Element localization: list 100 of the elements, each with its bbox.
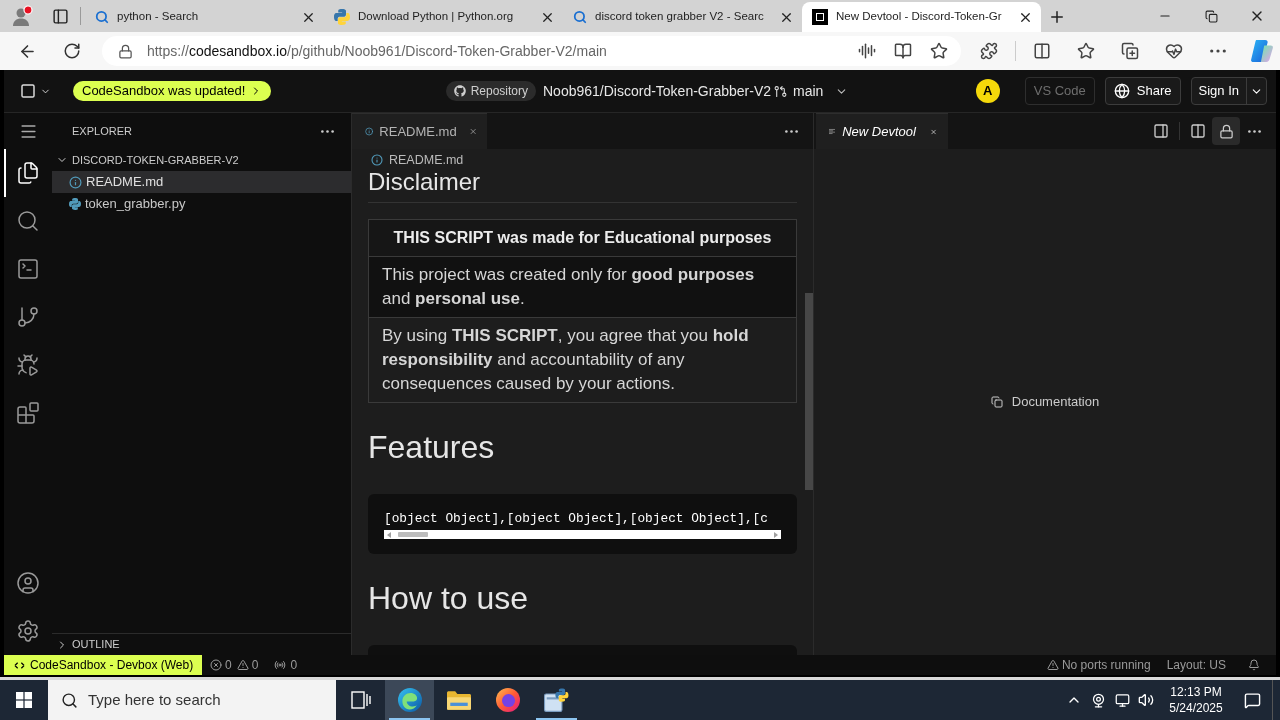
address-bar[interactable]: https://codesandbox.io/p/github/Noob961/Discord-Token-Grabber-V2/main <box>101 36 961 66</box>
book-icon <box>894 42 912 60</box>
task-view-icon <box>350 691 371 709</box>
user-avatar[interactable]: A <box>975 79 1000 103</box>
files-icon <box>16 161 40 185</box>
ports-button[interactable]: 0 <box>274 656 298 674</box>
clock-button[interactable]: 12:13 PM 5/24/2025 <box>1164 680 1228 720</box>
port-status-button[interactable]: No ports running <box>1046 656 1151 674</box>
edge-browser-icon <box>397 688 422 712</box>
settings-icon <box>16 619 40 643</box>
python-logo-icon <box>69 198 81 210</box>
file-row[interactable]: README.md <box>52 171 351 193</box>
remote-button[interactable]: CodeSandbox - Devbox (Web) <box>4 655 202 675</box>
search-icon <box>61 691 78 709</box>
notification-icon <box>1243 691 1261 709</box>
more-icon[interactable] <box>321 129 334 133</box>
copy-icon <box>990 396 1003 408</box>
tab-title: Download Python | Python.org <box>358 9 515 25</box>
star-icon <box>1077 42 1095 60</box>
lock-icon <box>117 43 133 59</box>
vertical-tabs-icon <box>51 7 69 25</box>
horizontal-scrollbar[interactable] <box>384 530 781 539</box>
table-cell: This project was created only for good purposes and personal use. <box>369 257 796 318</box>
sound-wave-icon <box>858 42 876 60</box>
keyboard-layout-button[interactable]: Layout: US <box>1166 656 1226 674</box>
more-icon <box>1210 49 1226 53</box>
editor-tab[interactable]: README.md <box>352 113 487 149</box>
square-logo-icon <box>812 9 828 25</box>
error-icon <box>210 659 222 671</box>
breadcrumb[interactable]: README.md <box>389 150 464 170</box>
folder-icon <box>446 690 471 710</box>
windows-logo-icon <box>16 692 32 708</box>
repository-button[interactable]: Repository <box>445 81 536 101</box>
taskbar-search-field[interactable]: Type here to search <box>48 680 336 720</box>
editor-tab[interactable]: New Devtool <box>816 113 948 149</box>
search-icon <box>16 209 40 233</box>
tab-title: python - Search <box>117 9 200 25</box>
menu-button[interactable] <box>20 83 51 99</box>
folder-row[interactable]: DISCORD-TOKEN-GRABBER-V2 <box>52 149 351 171</box>
branch-name: main <box>793 81 824 101</box>
more-icon <box>1247 129 1261 133</box>
code-text: [object Object],[object Object],[object Object],[c <box>384 511 769 527</box>
header-button[interactable]: Share <box>1104 77 1181 105</box>
collections-icon <box>1121 42 1139 60</box>
tab-title: New Devtool - Discord-Token-Gr <box>836 9 1003 25</box>
plus-icon <box>1048 8 1066 26</box>
repository-name: Noob961/Discord-Token-Grabber-V2 <box>543 81 771 101</box>
copilot-logo-icon <box>1251 40 1273 62</box>
blocks-icon <box>16 401 40 425</box>
user-circle-icon <box>16 571 40 595</box>
header-button[interactable]: Sign In <box>1190 77 1267 105</box>
speaker-icon <box>1138 692 1154 708</box>
vertical-scrollbar[interactable] <box>805 293 813 490</box>
browser-tab[interactable]: python - Search <box>85 2 324 32</box>
lines-icon <box>829 127 836 136</box>
file-row[interactable]: token_grabber.py <box>52 193 351 215</box>
url-text: https://codesandbox.io/p/github/Noob961/Discord-Token-Grabber-V2/main <box>146 41 607 61</box>
info-icon <box>371 154 383 166</box>
monitor-icon <box>1114 692 1130 708</box>
documentation-link[interactable]: Documentation <box>990 392 1100 412</box>
search-icon <box>95 10 109 24</box>
tab-title: discord token grabber V2 - Searc <box>595 9 765 25</box>
webcam-icon <box>1090 692 1106 708</box>
bell-icon[interactable] <box>1248 659 1260 671</box>
columns-icon <box>1190 123 1206 139</box>
info-icon <box>365 125 374 138</box>
browser-tab[interactable]: New Devtool - Discord-Token-Gr <box>802 2 1041 32</box>
refresh-icon <box>62 42 81 60</box>
info-icon <box>69 175 82 189</box>
broadcast-icon <box>274 659 287 671</box>
bug-play-icon <box>16 353 40 377</box>
more-icon[interactable] <box>785 129 798 133</box>
split-screen-icon <box>1033 42 1051 60</box>
restore-icon <box>1204 9 1218 23</box>
heading: Disclaimer <box>368 171 797 203</box>
square-icon <box>20 83 36 99</box>
heading: Features <box>368 428 496 467</box>
table-header-cell: THIS SCRIPT was made for Educational purposes <box>369 220 796 257</box>
heart-pulse-icon <box>1165 42 1183 60</box>
installer-icon <box>544 688 569 712</box>
update-badge[interactable]: CodeSandbox was updated! <box>73 81 272 101</box>
branch-icon <box>16 305 40 329</box>
ring-logo-icon <box>495 688 520 712</box>
problems-button[interactable]: 0 0 <box>210 656 259 674</box>
globe-icon <box>1113 83 1130 99</box>
terminal-icon <box>16 257 40 281</box>
taskbar-app-button[interactable] <box>385 680 434 720</box>
branch-icon <box>774 84 787 98</box>
heading: How to use <box>368 579 530 618</box>
explorer-title: EXPLORER <box>72 123 132 139</box>
browser-tab[interactable]: discord token grabber V2 - Searc <box>563 2 802 32</box>
warning-icon <box>1046 659 1059 671</box>
github-icon <box>453 85 466 97</box>
lock-icon <box>1218 123 1234 139</box>
browser-tab[interactable]: Download Python | Python.org <box>324 2 563 32</box>
panel-right-icon <box>1153 123 1169 139</box>
star-icon <box>930 42 948 60</box>
lock-button[interactable] <box>1212 117 1240 145</box>
profile-avatar-icon[interactable] <box>11 5 33 27</box>
search-icon <box>573 10 587 24</box>
